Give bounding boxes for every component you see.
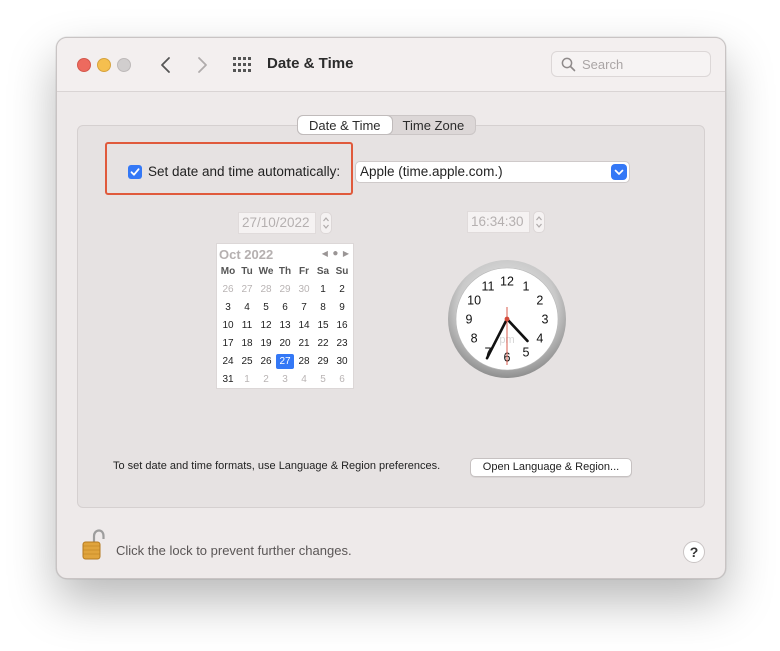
- calendar-day[interactable]: 6: [276, 300, 294, 315]
- clock-number: 1: [523, 280, 530, 294]
- clock-number: 9: [466, 313, 473, 327]
- calendar-day[interactable]: 1: [238, 372, 256, 387]
- auto-time-label: Set date and time automatically:: [148, 164, 341, 179]
- time-server-dropdown[interactable]: Apple (time.apple.com.): [355, 161, 630, 183]
- tab-time-zone[interactable]: Time Zone: [392, 116, 476, 134]
- clock-number: 11: [482, 280, 495, 294]
- weekday-label: Fr: [299, 266, 309, 277]
- tab-bar: Date & Time Time Zone: [297, 115, 477, 135]
- calendar-day[interactable]: 24: [219, 354, 237, 369]
- clock-number: 12: [500, 275, 514, 289]
- clock-center: [504, 316, 510, 322]
- calendar-day[interactable]: 26: [257, 354, 275, 369]
- calendar-day[interactable]: 29: [314, 354, 332, 369]
- calendar-day[interactable]: 25: [238, 354, 256, 369]
- calendar-day[interactable]: 2: [257, 372, 275, 387]
- calendar-today-icon[interactable]: ●: [332, 248, 338, 259]
- calendar-day[interactable]: 4: [295, 372, 313, 387]
- calendar-day[interactable]: 26: [219, 282, 237, 297]
- window-title: Date & Time: [267, 55, 354, 72]
- calendar-day[interactable]: 23: [333, 336, 351, 351]
- close-button[interactable]: [77, 58, 91, 72]
- preferences-window: Date & Time Search Date & Time Time Zone…: [56, 37, 726, 579]
- time-field[interactable]: 16:34:30: [467, 211, 530, 233]
- clock-number: 5: [523, 345, 530, 359]
- time-server-value: Apple (time.apple.com.): [360, 164, 503, 179]
- calendar-day[interactable]: 20: [276, 336, 294, 351]
- calendar-day[interactable]: 30: [333, 354, 351, 369]
- calendar: Oct 2022 ◀ ● ▶ Mo Tu We Th Fr Sa Su 26 27 28 29 30 1…: [216, 243, 354, 389]
- calendar-day[interactable]: 16: [333, 318, 351, 333]
- search-field[interactable]: Search: [551, 51, 711, 77]
- clock-number: 8: [471, 332, 478, 346]
- calendar-day[interactable]: 22: [314, 336, 332, 351]
- zoom-button[interactable]: [117, 58, 131, 72]
- calendar-day[interactable]: 11: [238, 318, 256, 333]
- clock-number: 10: [467, 294, 481, 308]
- calendar-day[interactable]: 7: [295, 300, 313, 315]
- calendar-day[interactable]: 5: [314, 372, 332, 387]
- grid-icon[interactable]: [233, 56, 251, 74]
- calendar-day[interactable]: 17: [219, 336, 237, 351]
- weekday-label: Th: [278, 266, 292, 277]
- calendar-day[interactable]: 27: [238, 282, 256, 297]
- calendar-day[interactable]: 15: [314, 318, 332, 333]
- calendar-day[interactable]: 3: [219, 300, 237, 315]
- help-icon[interactable]: ?: [683, 541, 705, 563]
- date-field[interactable]: 27/10/2022: [238, 212, 316, 234]
- calendar-day[interactable]: 21: [295, 336, 313, 351]
- calendar-day[interactable]: 4: [238, 300, 256, 315]
- back-icon[interactable]: [155, 53, 177, 77]
- calendar-day[interactable]: 10: [219, 318, 237, 333]
- minimize-button[interactable]: [97, 58, 111, 72]
- weekday-label: Sa: [316, 266, 330, 277]
- calendar-day[interactable]: 5: [257, 300, 275, 315]
- search-icon: [561, 57, 576, 72]
- titlebar: Date & Time Search: [57, 38, 725, 92]
- clock-number: 3: [542, 313, 549, 327]
- calendar-day[interactable]: 6: [333, 372, 351, 387]
- calendar-day[interactable]: 29: [276, 282, 294, 297]
- calendar-day[interactable]: 3: [276, 372, 294, 387]
- open-language-region-button[interactable]: Open Language & Region...: [470, 458, 632, 477]
- calendar-day[interactable]: 9: [333, 300, 351, 315]
- calendar-day[interactable]: 14: [295, 318, 313, 333]
- calendar-day[interactable]: 28: [295, 354, 313, 369]
- clock-number: 2: [536, 294, 543, 308]
- chevron-down-icon: [611, 164, 627, 180]
- calendar-month-label: Oct 2022: [219, 247, 274, 262]
- lock-text: Click the lock to prevent further change…: [116, 543, 352, 558]
- weekday-label: We: [258, 266, 274, 277]
- date-stepper[interactable]: [320, 212, 332, 234]
- lock-open-icon[interactable]: [81, 529, 105, 561]
- calendar-day[interactable]: 1: [314, 282, 332, 297]
- calendar-day[interactable]: 8: [314, 300, 332, 315]
- analog-clock: 121234567891011 pm: [447, 259, 567, 379]
- forward-icon[interactable]: [191, 53, 213, 77]
- calendar-day[interactable]: 30: [295, 282, 313, 297]
- calendar-day[interactable]: 28: [257, 282, 275, 297]
- auto-time-checkbox[interactable]: [128, 165, 142, 179]
- calendar-day[interactable]: 2: [333, 282, 351, 297]
- calendar-day[interactable]: 13: [276, 318, 294, 333]
- weekday-label: Mo: [220, 266, 236, 277]
- checkmark-icon: [130, 168, 140, 176]
- clock-number: 4: [536, 332, 543, 346]
- search-placeholder: Search: [582, 57, 624, 72]
- weekday-label: Su: [335, 266, 349, 277]
- calendar-day[interactable]: 18: [238, 336, 256, 351]
- calendar-day[interactable]: 31: [219, 372, 237, 387]
- format-note: To set date and time formats, use Langua…: [113, 460, 441, 472]
- calendar-next-icon[interactable]: ▶: [343, 249, 349, 258]
- calendar-day[interactable]: 19: [257, 336, 275, 351]
- calendar-day[interactable]: 27: [276, 354, 294, 369]
- time-stepper[interactable]: [533, 211, 545, 233]
- calendar-nav: ◀ ● ▶: [322, 248, 349, 259]
- weekday-label: Tu: [241, 266, 253, 277]
- tab-date-time[interactable]: Date & Time: [298, 116, 392, 134]
- calendar-prev-icon[interactable]: ◀: [322, 249, 328, 258]
- calendar-day[interactable]: 12: [257, 318, 275, 333]
